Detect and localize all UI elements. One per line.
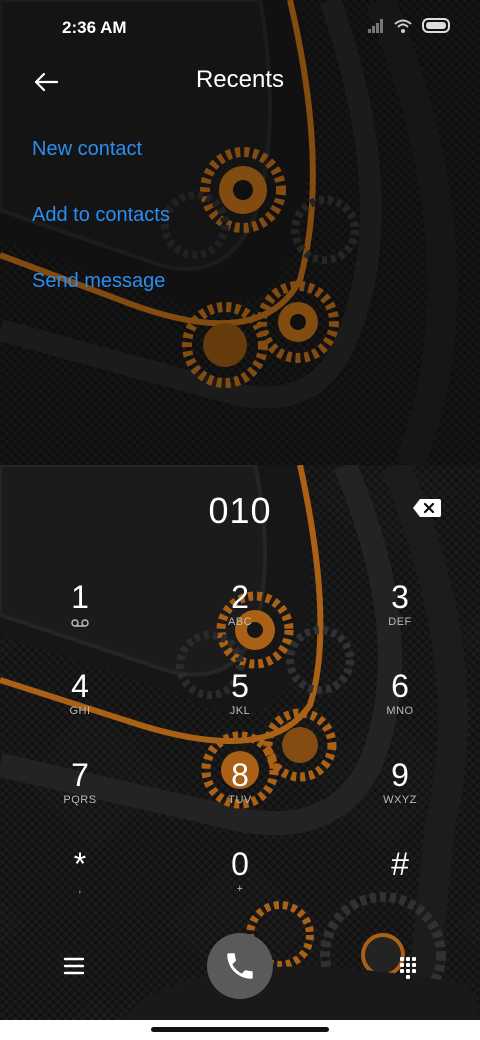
- key-letters: PQRS: [63, 794, 97, 806]
- key-digit: 5: [231, 668, 249, 704]
- key-digit: 4: [71, 668, 89, 704]
- key-letters: ABC: [227, 616, 253, 628]
- key-letters: WXYZ: [383, 794, 417, 806]
- key-digit: 3: [391, 579, 409, 615]
- key-6[interactable]: 6 MNO: [340, 669, 460, 749]
- key-letters: +: [236, 883, 244, 895]
- status-icons: [368, 18, 450, 33]
- key-digit: 8: [231, 757, 249, 793]
- key-0[interactable]: 0 +: [180, 847, 300, 927]
- phone-icon: [227, 953, 253, 979]
- key-8[interactable]: 8 TUV: [180, 758, 300, 838]
- key-star[interactable]: * ,: [20, 847, 140, 927]
- call-button[interactable]: [207, 933, 273, 999]
- page-title: Recents: [195, 66, 285, 93]
- key-digit: 2: [231, 579, 249, 615]
- key-letters: ,: [78, 883, 82, 895]
- key-2[interactable]: 2 ABC: [180, 580, 300, 660]
- key-letters: GHI: [69, 705, 91, 717]
- number-actions: New contact Add to contacts Send message: [32, 136, 170, 334]
- voicemail-icon: [71, 619, 89, 627]
- key-3[interactable]: 3 DEF: [340, 580, 460, 660]
- signal-icon: [368, 18, 383, 33]
- key-4[interactable]: 4 GHI: [20, 669, 140, 749]
- key-digit: *: [73, 846, 87, 882]
- add-to-contacts-link[interactable]: Add to contacts: [32, 202, 170, 268]
- menu-icon: [63, 957, 85, 975]
- send-message-link[interactable]: Send message: [32, 268, 170, 334]
- key-digit: 1: [71, 579, 89, 615]
- key-digit: 7: [71, 757, 89, 793]
- key-letters: JKL: [229, 705, 251, 717]
- dialed-number: 010: [208, 490, 272, 531]
- battery-icon: [422, 18, 450, 33]
- key-7[interactable]: 7 PQRS: [20, 758, 140, 838]
- key-digit: 9: [391, 757, 409, 793]
- menu-button[interactable]: [58, 950, 90, 982]
- key-letters: TUV: [228, 794, 252, 806]
- key-digit: 6: [391, 668, 409, 704]
- new-contact-link[interactable]: New contact: [32, 136, 170, 202]
- key-digit: 0: [231, 846, 249, 882]
- home-indicator[interactable]: [151, 1027, 329, 1032]
- key-5[interactable]: 5 JKL: [180, 669, 300, 749]
- key-digit: #: [391, 846, 409, 882]
- dialpad-icon: [400, 957, 416, 979]
- status-time: 2:36 AM: [62, 18, 127, 37]
- wifi-icon: [394, 19, 412, 33]
- key-hash[interactable]: #: [340, 847, 460, 927]
- key-9[interactable]: 9 WXYZ: [340, 758, 460, 838]
- key-letters: DEF: [388, 616, 412, 628]
- backspace-button[interactable]: [412, 498, 442, 518]
- dialpad-button[interactable]: [392, 950, 424, 982]
- backspace-icon: [413, 499, 441, 517]
- key-letters: MNO: [386, 705, 414, 717]
- status-bar: 2:36 AM: [0, 0, 480, 56]
- key-1[interactable]: 1: [20, 580, 140, 660]
